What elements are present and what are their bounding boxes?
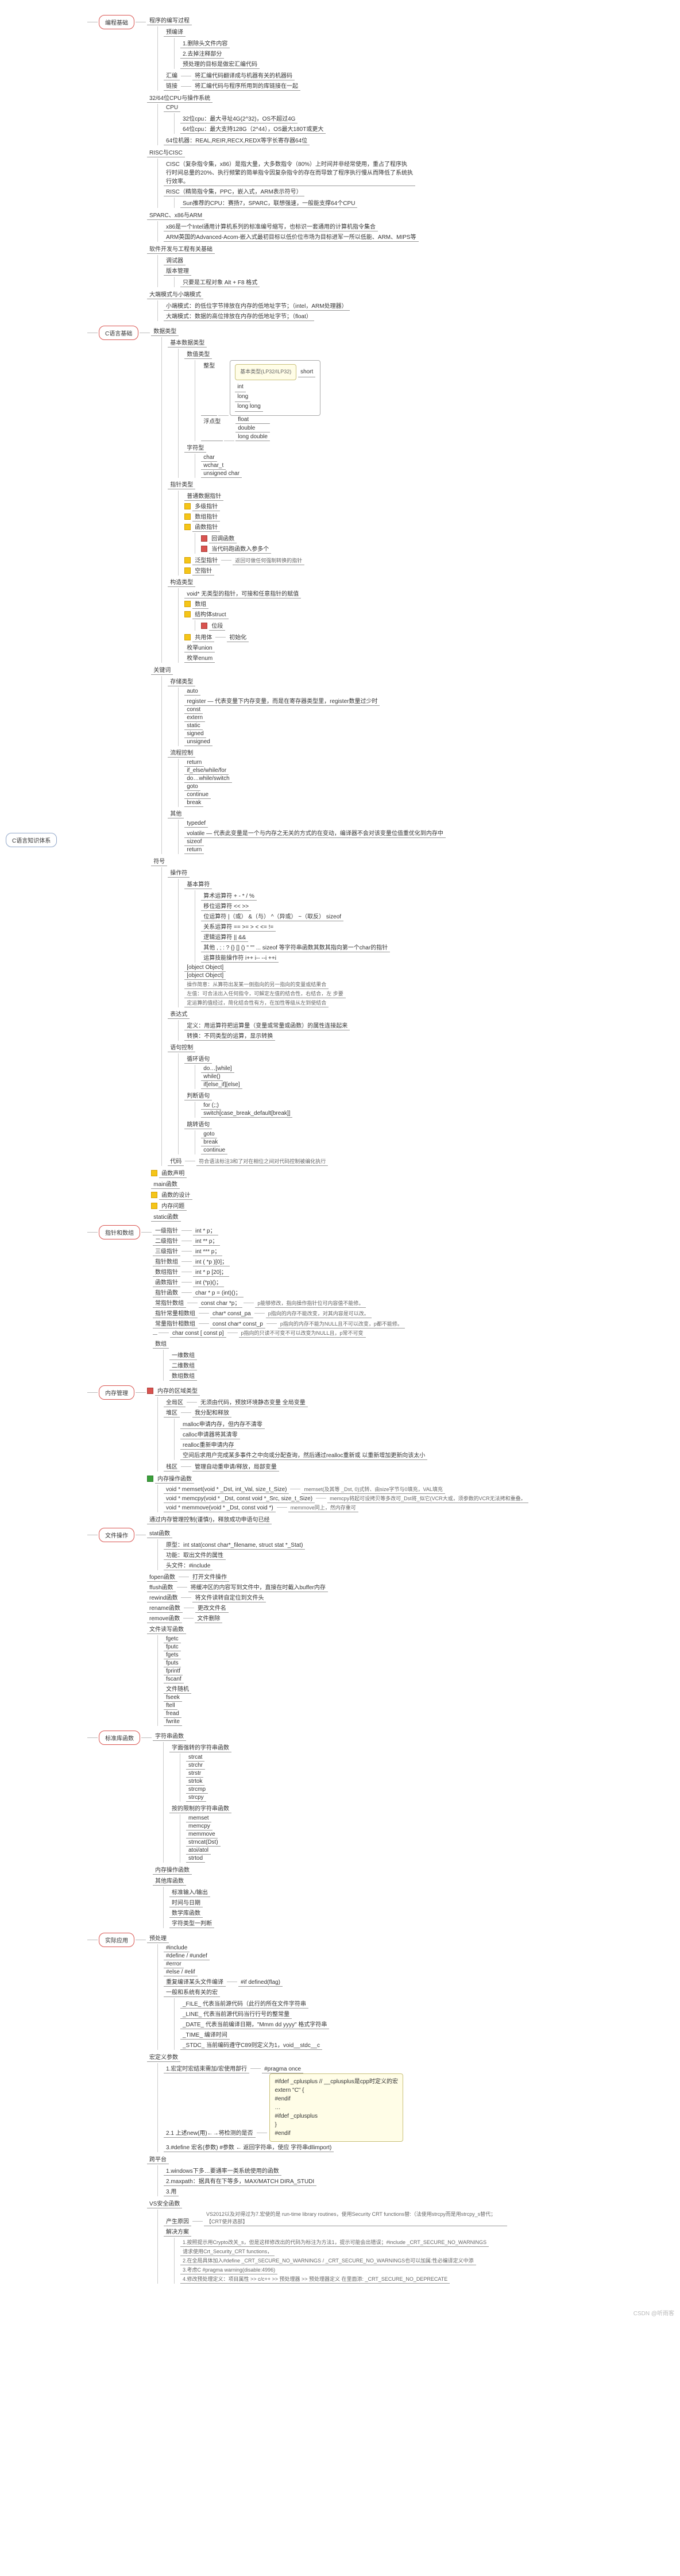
flag-icon [147,1388,153,1394]
flag-icon [201,535,207,542]
flag-icon [201,623,207,629]
flag-icon [151,1203,157,1209]
flag-icon [184,601,191,607]
root-node: C语言知识体系 [6,833,57,847]
section-memory: 内存管理 [99,1385,134,1400]
section-programming-basics: 编程基础 [99,15,134,29]
flag-icon [184,557,191,563]
section-pointer-array: 指针和数组 [99,1225,140,1239]
code-note: #ifdef _cplusplus // __cplusplus是cpp时定义的… [269,2073,403,2142]
section-c-basics: C语言基础 [99,326,138,340]
flag-icon [147,1476,153,1482]
section-stdlib: 标准库函数 [99,1731,140,1745]
flag-icon [184,611,191,617]
flag-icon [184,567,191,574]
flag-icon [151,1192,157,1198]
flag-icon [184,634,191,640]
section-practical: 实际应用 [99,1933,134,1947]
node: 程序的编写过程 [147,15,192,25]
watermark: CSDN @听雨客 [633,2308,674,2317]
flag-icon [151,1170,157,1176]
flag-icon [184,513,191,520]
flag-icon [201,546,207,552]
flag-icon [184,503,191,509]
section-file: 文件操作 [99,1528,134,1542]
flag-icon [184,524,191,530]
